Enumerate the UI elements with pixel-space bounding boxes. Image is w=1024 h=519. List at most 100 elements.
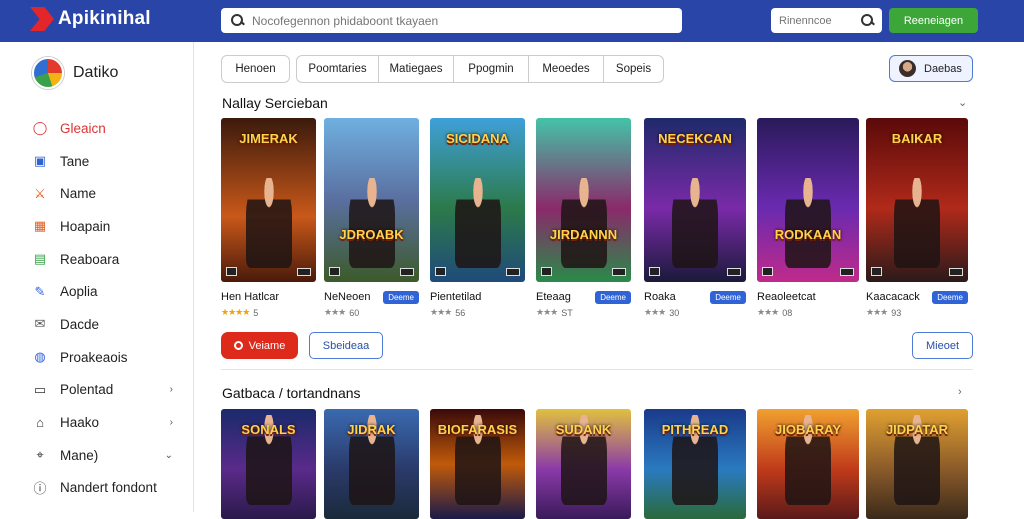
sidebar-item[interactable]: ⌂ Haako ›: [32, 406, 177, 439]
primary-action-button[interactable]: Veiame: [221, 332, 298, 359]
game-cover[interactable]: JIMERAK: [221, 118, 316, 282]
game-title[interactable]: Reaoleetcat: [757, 291, 816, 303]
star-icon: ★★★: [866, 307, 888, 317]
app-logo[interactable]: Apikinihal: [30, 7, 151, 31]
tab[interactable]: Ppogmin: [454, 55, 529, 83]
card-meta: Kaacacack Deeme: [866, 288, 968, 306]
search-icon[interactable]: [861, 14, 874, 27]
chevron-icon[interactable]: ›: [170, 384, 173, 395]
rating: ★★★ 30: [644, 307, 746, 318]
rating-badge-icon: [541, 267, 552, 276]
sidebar-item-label: Proakeaois: [60, 349, 128, 365]
game-card[interactable]: SONALS: [221, 409, 316, 519]
chevron-right-icon[interactable]: ›: [958, 386, 962, 398]
search-bar[interactable]: [221, 8, 682, 33]
tab[interactable]: Matiegaes: [379, 55, 454, 83]
rating: ★★★★ 5: [221, 307, 316, 318]
rating: ★★★ 56: [430, 307, 525, 318]
rating-badge-icon: [435, 267, 446, 276]
game-card[interactable]: JIMERAK Hen Hatlcar ★★★★ 5: [221, 118, 316, 318]
game-cover[interactable]: JIDRAK: [324, 409, 419, 519]
rating-score: 60: [349, 307, 360, 318]
signup-button[interactable]: Reeneiagen: [889, 8, 978, 33]
record-icon: [233, 341, 243, 350]
user-profile[interactable]: Datiko: [32, 57, 118, 89]
cover-title: BAIKAR: [891, 131, 943, 146]
game-cover[interactable]: BIOFARASIS: [430, 409, 525, 519]
search-input[interactable]: [252, 13, 682, 28]
more-button[interactable]: Mieoet: [912, 332, 973, 359]
game-card[interactable]: BIOFARASIS: [430, 409, 525, 519]
sidebar-item[interactable]: ✎ Aoplia: [32, 275, 177, 308]
sidebar-item[interactable]: ⌖ Mane) ⌄: [32, 439, 177, 472]
sidebar-item[interactable]: ▤ Reaboara: [32, 243, 177, 276]
rating: ★★★ 60: [324, 307, 419, 318]
star-icon: ★★★: [757, 307, 779, 317]
chevron-down-icon[interactable]: ⌄: [958, 96, 967, 109]
game-title[interactable]: Pientetilad: [430, 291, 481, 303]
mail-icon: ✉: [34, 316, 46, 332]
user-name: Datiko: [73, 64, 119, 81]
sidebar-item[interactable]: ◯ Gleaicn: [32, 112, 177, 145]
sidebar-item[interactable]: ⓘ Nandert fondont: [32, 472, 177, 505]
logo-mark-icon: [30, 7, 54, 31]
game-card[interactable]: NECEKCAN Roaka Deeme ★★★ 30: [644, 118, 746, 318]
game-cover[interactable]: BAIKAR: [866, 118, 968, 282]
avatar: [899, 60, 916, 77]
game-card[interactable]: PITHREAD: [644, 409, 746, 519]
game-card[interactable]: RODKAAN Reaoleetcat ★★★ 08: [757, 118, 859, 318]
platform-badge-icon: [506, 268, 520, 276]
tab[interactable]: Poomtaries: [296, 55, 379, 83]
tab[interactable]: Meoedes: [529, 55, 604, 83]
sidebar-item[interactable]: ⚔ Name: [32, 177, 177, 210]
game-cover[interactable]: RODKAAN: [757, 118, 859, 282]
game-cover[interactable]: JIDPATAR: [866, 409, 968, 519]
game-cover[interactable]: JIOBARAY: [757, 409, 859, 519]
cover-title: RODKAAN: [774, 227, 842, 242]
primary-action-label: Veiame: [248, 339, 286, 352]
character-art: [560, 178, 607, 268]
game-card[interactable]: JIDRAK: [324, 409, 419, 519]
game-cover[interactable]: NECEKCAN: [644, 118, 746, 282]
platform-badge-icon: [400, 268, 414, 276]
game-card[interactable]: JIOBARAY: [757, 409, 859, 519]
sidebar-item[interactable]: ✉ Dacde: [32, 308, 177, 341]
star-icon: ★★★: [430, 307, 452, 317]
game-card[interactable]: SUDANK: [536, 409, 631, 519]
game-cover[interactable]: PITHREAD: [644, 409, 746, 519]
game-title[interactable]: Roaka: [644, 291, 676, 303]
game-cover[interactable]: JIRDANNN: [536, 118, 631, 282]
profile-button[interactable]: Daebas: [889, 55, 973, 82]
game-card[interactable]: BAIKAR Kaacacack Deeme ★★★ 93: [866, 118, 968, 318]
game-cover[interactable]: SONALS: [221, 409, 316, 519]
game-card[interactable]: SICIDANA Pientetilad ★★★ 56: [430, 118, 525, 318]
sidebar-item[interactable]: ▦ Hoapain: [32, 210, 177, 243]
game-cover[interactable]: JDROABK: [324, 118, 419, 282]
chevron-icon[interactable]: ⌄: [165, 450, 173, 461]
secondary-search-input[interactable]: [779, 14, 849, 27]
tab[interactable]: Henoen: [221, 55, 290, 83]
game-title[interactable]: Kaacacack: [866, 291, 920, 303]
sidebar-item[interactable]: ▣ Tane: [32, 145, 177, 178]
sidebar-nav: ◯ Gleaicn ▣ Tane ⚔ Name ▦ Hoapain ▤ Reaboara ✎ Aopl…: [32, 112, 177, 504]
platform-badge-icon: [727, 268, 741, 276]
game-title[interactable]: Hen Hatlcar: [221, 291, 279, 303]
rating-score: 5: [253, 307, 259, 318]
game-title[interactable]: NeNeoen: [324, 291, 370, 303]
game-cover[interactable]: SICIDANA: [430, 118, 525, 282]
game-card[interactable]: JIDPATAR: [866, 409, 968, 519]
gamepad-icon: ▦: [33, 218, 47, 234]
pin-icon: ⌖: [36, 447, 44, 463]
secondary-action-button[interactable]: Sbeideaa: [309, 332, 383, 359]
sidebar-item[interactable]: ◍ Proakeaois: [32, 341, 177, 374]
game-card[interactable]: JDROABK NeNeoen Deeme ★★★ 60: [324, 118, 419, 318]
secondary-search[interactable]: [771, 8, 882, 33]
game-cover[interactable]: SUDANK: [536, 409, 631, 519]
game-title[interactable]: Eteaag: [536, 291, 571, 303]
cover-title: JIRDANNN: [549, 227, 618, 242]
sidebar-item[interactable]: ▭ Polentad ›: [32, 374, 177, 407]
game-card[interactable]: JIRDANNN Eteaag Deeme ★★★ ST: [536, 118, 631, 318]
chevron-icon[interactable]: ›: [170, 417, 173, 428]
tab[interactable]: Sopeis: [604, 55, 664, 83]
platform-badge-icon: [949, 268, 963, 276]
